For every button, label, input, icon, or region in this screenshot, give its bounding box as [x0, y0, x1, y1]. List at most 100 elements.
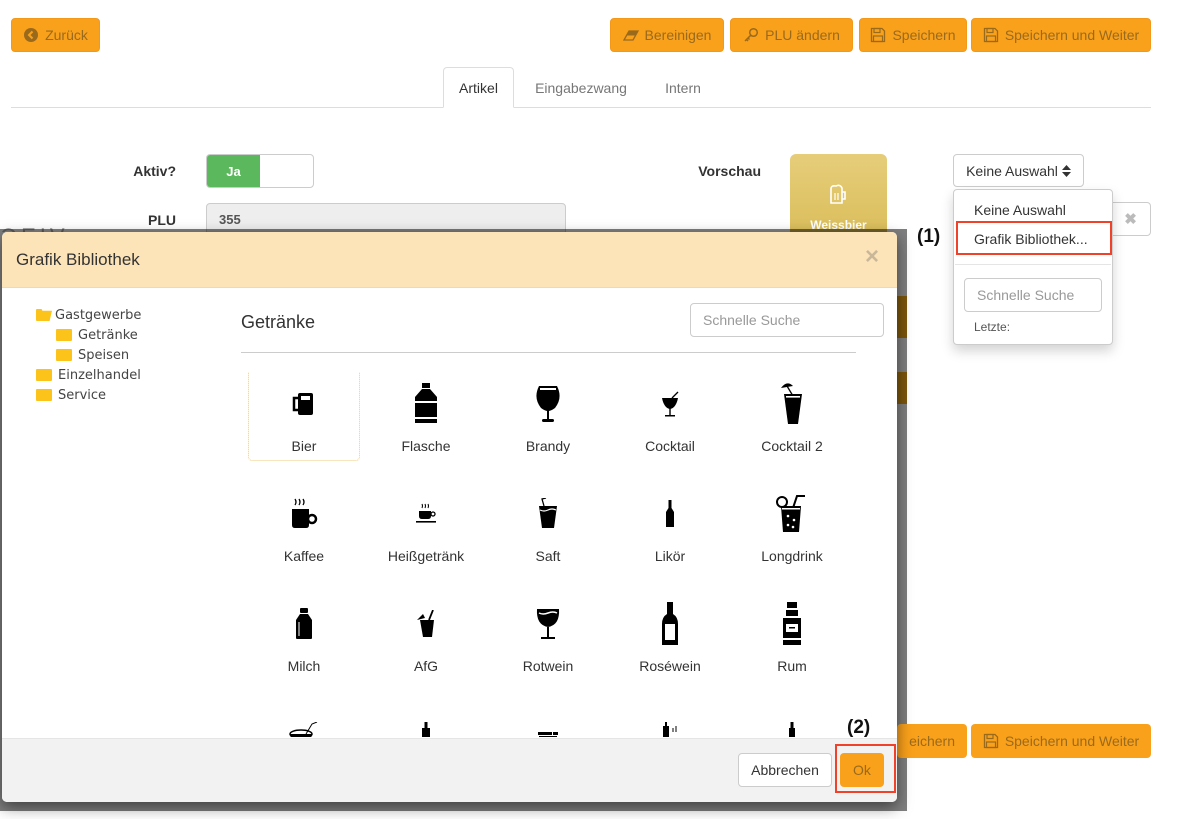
graphic-tile-label: Roséwein [639, 658, 701, 674]
tab-eingabezwang[interactable]: Eingabezwang [524, 67, 638, 108]
longdrink-icon [737, 494, 847, 534]
tab-label: Eingabezwang [535, 79, 627, 96]
active-label: Aktiv? [133, 163, 176, 179]
brandy-glass-icon [493, 384, 603, 424]
graphic-tile[interactable]: Cocktail 2 [736, 372, 848, 461]
graphic-tile[interactable]: Likör [614, 475, 726, 571]
tree-item-getraenke[interactable]: Getränke [56, 326, 138, 344]
juice-cup-icon [493, 494, 603, 534]
graphic-grid: Bier Flasche Brandy Cocktail Cocktail 2 Kaffe… [241, 372, 861, 737]
bottom-save-label: eichern [909, 733, 955, 749]
graphic-tile-label: Likör [654, 548, 686, 564]
bottles-icon [615, 714, 725, 737]
clean-label: Bereinigen [644, 27, 712, 43]
floppy-disk-icon [983, 733, 998, 749]
liqueur-bottle-icon [615, 494, 725, 534]
modal-footer: Abbrechen Ok [2, 738, 897, 802]
coffee-cup-icon [249, 494, 359, 534]
clean-button[interactable]: Bereinigen [610, 18, 724, 52]
graphic-tile[interactable]: AfG [370, 585, 482, 681]
bottom-save-next-label: Speichern und Weiter [1004, 733, 1140, 749]
modal-header: Grafik Bibliothek × [2, 232, 897, 288]
tree-item-label: Speisen [78, 347, 130, 363]
dropdown-search-input[interactable] [964, 278, 1102, 312]
tab-label: Intern [665, 79, 701, 96]
wine-bottle-icon [615, 602, 725, 645]
graphic-tile[interactable] [248, 695, 360, 737]
graphic-tile[interactable]: Rum [736, 585, 848, 681]
tab-intern[interactable]: Intern [650, 67, 716, 108]
background-button-strip [897, 372, 907, 404]
dropdown-item-none[interactable]: Keine Auswahl [974, 202, 1066, 218]
beer-mug-icon [830, 184, 846, 204]
active-toggle[interactable]: Ja [206, 154, 314, 188]
sort-arrows-icon [1061, 164, 1071, 177]
tree-item-einzelhandel[interactable]: Einzelhandel [36, 366, 141, 384]
plu-change-button[interactable]: PLU ändern [730, 18, 853, 52]
key-icon [744, 27, 759, 42]
eraser-icon [622, 30, 639, 41]
modal-title: Grafik Bibliothek [16, 250, 140, 269]
bottle-icon [371, 383, 481, 424]
graphic-tile[interactable]: Milch [248, 585, 360, 681]
red-wine-glass-icon [493, 604, 603, 644]
cocktail-umbrella-icon [737, 383, 847, 424]
graphic-tile[interactable]: Flasche [370, 372, 482, 461]
tree-item-service[interactable]: Service [36, 386, 106, 404]
bottom-save-button[interactable]: eichern [897, 724, 967, 758]
graphic-tile[interactable]: Saft [492, 475, 604, 571]
graphic-tile-label: Kaffee [283, 548, 325, 564]
folder-open-icon [36, 309, 52, 321]
annotation-step2: (2) [847, 717, 871, 738]
narrow-bottle-icon [737, 714, 847, 737]
milk-bottle-icon [249, 604, 359, 644]
graphic-tile[interactable] [492, 695, 604, 737]
graphic-tile[interactable]: Heißgetränk [370, 475, 482, 571]
tab-artikel[interactable]: Artikel [443, 67, 514, 108]
folder-icon [56, 329, 72, 341]
tree-item-label: Gastgewerbe [55, 307, 142, 323]
graphic-tile[interactable] [370, 695, 482, 737]
graphic-tile[interactable]: Kaffee [248, 475, 360, 571]
graphic-tile-label: Heißgetränk [387, 548, 465, 564]
small-bottle-icon [371, 714, 481, 737]
tree-item-label: Service [58, 387, 107, 403]
folder-icon [56, 349, 72, 361]
preview-label: Vorschau [698, 163, 761, 179]
graphic-tile-label: Saft [535, 548, 561, 564]
graphic-tile-label: Longdrink [761, 548, 823, 564]
graphic-tile-label: Cocktail 2 [761, 438, 823, 454]
clear-button[interactable]: ✖ [1110, 202, 1151, 236]
graphic-tile[interactable] [614, 695, 726, 737]
graphic-tile-label: AfG [413, 658, 439, 674]
tree-item-label: Getränke [78, 327, 138, 343]
graphic-tile[interactable]: Bier [248, 372, 360, 461]
graphic-tile[interactable]: Brandy [492, 372, 604, 461]
graphic-tile-label: Bier [291, 438, 317, 454]
graphic-tile[interactable]: Roséwein [614, 585, 726, 681]
modal-close-button[interactable]: × [865, 245, 879, 269]
folder-icon [36, 389, 52, 401]
plu-change-label: PLU ändern [765, 27, 840, 43]
bottom-save-next-button[interactable]: Speichern und Weiter [971, 724, 1151, 758]
graphic-library-modal: Grafik Bibliothek × Gastgewerbe Getränke… [2, 232, 897, 802]
graphic-tile[interactable]: Rotwein [492, 585, 604, 681]
cancel-button[interactable]: Abbrechen [738, 753, 832, 787]
close-icon: × [864, 243, 879, 270]
close-icon: ✖ [1124, 211, 1137, 228]
graphic-tile-label: Flasche [401, 438, 451, 454]
floppy-disk-icon [983, 27, 998, 43]
back-button[interactable]: Zurück [11, 18, 100, 52]
tree-item-speisen[interactable]: Speisen [56, 346, 129, 364]
graphic-search-input[interactable] [690, 303, 884, 337]
save-next-label: Speichern und Weiter [1004, 27, 1140, 43]
tree-item-gastgewerbe[interactable]: Gastgewerbe [36, 306, 141, 324]
graphic-tile[interactable] [736, 695, 848, 737]
save-next-button[interactable]: Speichern und Weiter [971, 18, 1151, 52]
graphic-tile[interactable]: Cocktail [614, 372, 726, 461]
graphic-select[interactable]: Keine Auswahl [953, 154, 1084, 187]
chevron-left-circle-icon [24, 28, 39, 42]
save-button[interactable]: Speichern [859, 18, 967, 52]
plu-label: PLU [148, 212, 176, 228]
graphic-tile[interactable]: Longdrink [736, 475, 848, 571]
